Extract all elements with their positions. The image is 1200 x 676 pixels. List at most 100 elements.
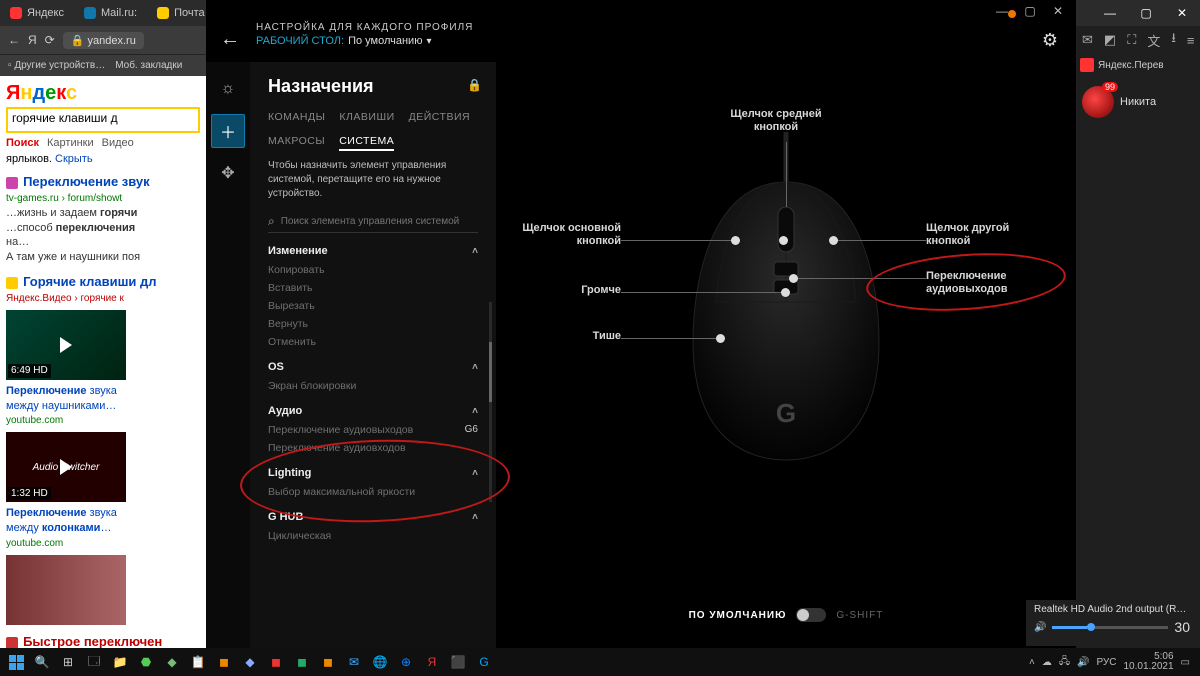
ext-icon-2[interactable]: ⛶	[1127, 32, 1136, 48]
panel-search[interactable]: ⌕	[268, 211, 478, 233]
start-button[interactable]	[4, 651, 28, 673]
tb-app-11[interactable]: ✉	[342, 651, 366, 673]
category-edit[interactable]: Изменение˄	[268, 241, 478, 261]
yandex-logo-icon[interactable]: Я	[28, 33, 37, 47]
tray-notifications-icon[interactable]: ▭	[1181, 657, 1190, 668]
tb-app-6[interactable]: ◼	[212, 651, 236, 673]
video-2-title[interactable]: Переключение звукамежду колонками…	[6, 507, 117, 534]
browser-window: ← Я ⟳ 🔒 yandex.ru ▫ Другие устройств… Мо…	[0, 26, 206, 676]
ghub-max-button[interactable]: ▢	[1016, 4, 1044, 18]
tb-app-5[interactable]: 📋	[186, 651, 210, 673]
panel-search-input[interactable]	[281, 216, 478, 227]
search-tab-poisk[interactable]: Поиск	[6, 137, 39, 149]
tb-app-9[interactable]: ◼	[290, 651, 314, 673]
back-arrow-icon[interactable]: ←	[220, 28, 240, 51]
label-secondary-click: Щелчок другой кнопкой	[926, 222, 1036, 248]
search-category-tabs: Поиск Картинки Видео	[6, 137, 200, 149]
result-2-title[interactable]: Горячие клавиши дл	[23, 274, 157, 289]
tb-app-3[interactable]: ⬣	[134, 651, 158, 673]
tb-app-7[interactable]: ◆	[238, 651, 262, 673]
tray-net-icon[interactable]: 🖧	[1059, 654, 1070, 671]
tb-app-10[interactable]: ◼	[316, 651, 340, 673]
item-cut[interactable]: Вырезать	[268, 297, 478, 315]
category-audio[interactable]: Аудио˄	[268, 401, 478, 421]
tb-app-14[interactable]: Я	[420, 651, 444, 673]
tb-app-8[interactable]: ◼	[264, 651, 288, 673]
outer-min-button[interactable]: —	[1092, 6, 1128, 20]
tray-volume-icon[interactable]: 🔊	[1077, 657, 1089, 668]
panel-scrollbar[interactable]	[489, 302, 492, 502]
svg-text:G: G	[776, 398, 796, 428]
tb-app-1[interactable]: 🗔	[82, 651, 106, 673]
item-max-brightness[interactable]: Выбор максимальной яркости	[268, 483, 478, 501]
hide-link[interactable]: Скрыть	[55, 153, 93, 165]
item-audio-output-switch[interactable]: Переключение аудиовыходовG6	[268, 421, 478, 439]
bookmark-mobile[interactable]: Моб. закладки	[115, 60, 182, 71]
item-cycle[interactable]: Циклическая	[268, 527, 478, 545]
mail-icon[interactable]: ✉	[1082, 32, 1093, 48]
item-copy[interactable]: Копировать	[268, 261, 478, 279]
video-1-title[interactable]: Переключение звукамежду наушниками…	[6, 385, 117, 412]
tab-actions[interactable]: ДЕЙСТВИЯ	[409, 111, 470, 123]
reload-icon[interactable]: ⟳	[45, 33, 55, 47]
gshift-toggle[interactable]: ПО УМОЛЧАНИЮ G-SHIFT	[496, 608, 1076, 622]
tool-sensitivity[interactable]: ✥	[211, 156, 245, 190]
result-3-title[interactable]: Быстрое переключен	[23, 634, 162, 649]
nav-back-icon[interactable]: ←	[8, 33, 20, 47]
tab-yandex[interactable]: Яндекс	[0, 0, 74, 26]
tb-app-4[interactable]: ◆	[160, 651, 184, 673]
item-audio-input-switch[interactable]: Переключение аудиовходов	[268, 439, 478, 457]
search-input[interactable]: горячие клавиши д	[6, 107, 200, 133]
tab-mailru[interactable]: Mail.ru:	[74, 0, 147, 26]
tab-keys[interactable]: КЛАВИШИ	[339, 111, 394, 123]
speaker-icon[interactable]: 🔊	[1034, 622, 1046, 633]
tab-commands[interactable]: КОМАНДЫ	[268, 111, 325, 123]
tb-app-16[interactable]: G	[472, 651, 496, 673]
toggle-switch[interactable]	[796, 608, 826, 622]
category-os[interactable]: OS˄	[268, 357, 478, 377]
tb-app-15[interactable]: ⬛	[446, 651, 470, 673]
video-thumb-2[interactable]: Audio Switcher 1:32 HD	[6, 432, 126, 502]
lock-icon[interactable]: 🔒	[467, 78, 482, 92]
category-lighting[interactable]: Lighting˄	[268, 463, 478, 483]
ghub-close-button[interactable]: ✕	[1044, 4, 1072, 18]
bookmark-yandex-translate[interactable]: Яндекс.Перев	[1076, 54, 1200, 76]
tray-lang[interactable]: РУС	[1096, 657, 1116, 668]
outer-close-button[interactable]: ✕	[1164, 6, 1200, 20]
user-avatar[interactable]: 99	[1082, 86, 1114, 118]
tray-expand-icon[interactable]: ˄	[1029, 657, 1035, 668]
tb-app-2[interactable]: 📁	[108, 651, 132, 673]
tb-app-13[interactable]: ⊕	[394, 651, 418, 673]
settings-gear-icon[interactable]: ⚙	[1042, 30, 1058, 51]
task-view-icon[interactable]: ⊞	[56, 651, 80, 673]
menu-icon[interactable]: ≡	[1187, 33, 1195, 48]
tray-cloud-icon[interactable]: ☁	[1042, 657, 1052, 668]
tb-app-12[interactable]: 🌐	[368, 651, 392, 673]
bookmark-other-devices[interactable]: ▫ Другие устройств…	[8, 60, 105, 71]
result-1-title[interactable]: Переключение звук	[23, 174, 150, 189]
tray-clock[interactable]: 5:0610.01.2021	[1123, 652, 1173, 672]
tab-pochta[interactable]: Почта	[147, 0, 215, 26]
tab-system[interactable]: СИСТЕМА	[339, 135, 394, 151]
url-text[interactable]: yandex.ru	[88, 35, 136, 47]
ext-icon-1[interactable]: ◩	[1104, 32, 1116, 48]
video-thumb-3[interactable]	[6, 555, 126, 625]
tool-brightness[interactable]: ☼	[211, 72, 245, 106]
search-tab-images[interactable]: Картинки	[47, 137, 94, 149]
profile-selector[interactable]: РАБОЧИЙ СТОЛ:По умолчанию▾	[256, 35, 1076, 47]
translate-icon[interactable]: 文	[1147, 31, 1160, 50]
video-thumb-1[interactable]: 6:49 HD	[6, 310, 126, 380]
yandex-logo[interactable]: Яндекс	[6, 82, 77, 104]
item-redo[interactable]: Вернуть	[268, 315, 478, 333]
tab-macros[interactable]: МАКРОСЫ	[268, 135, 325, 151]
item-lockscreen[interactable]: Экран блокировки	[268, 377, 478, 395]
task-search-icon[interactable]: 🔍	[30, 651, 54, 673]
item-paste[interactable]: Вставить	[268, 279, 478, 297]
category-ghub[interactable]: G HUB˄	[268, 507, 478, 527]
volume-slider[interactable]	[1052, 626, 1168, 629]
outer-max-button[interactable]: ▢	[1128, 6, 1164, 20]
tool-assignments[interactable]: ＋	[211, 114, 245, 148]
download-icon[interactable]: ⭳	[1171, 29, 1176, 51]
search-tab-video[interactable]: Видео	[102, 137, 134, 149]
item-undo[interactable]: Отменить	[268, 333, 478, 351]
